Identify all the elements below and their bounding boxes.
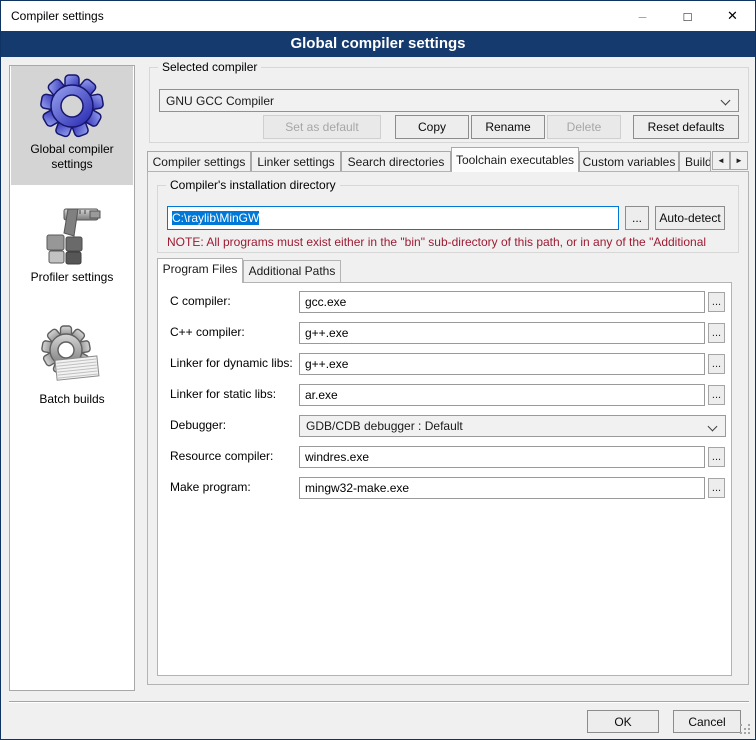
field-row-c-compiler: C compiler: ... xyxy=(158,291,731,313)
sidebar-item-global-compiler-settings[interactable]: Global compiler settings xyxy=(11,66,133,185)
compiler-settings-dialog: Compiler settings – □ ✕ Global compiler … xyxy=(0,0,756,740)
rename-button[interactable]: Rename xyxy=(471,115,545,139)
field-label: Debugger: xyxy=(170,418,226,432)
browse-linker-static-button[interactable]: ... xyxy=(708,385,725,405)
tab-scroll-right-icon[interactable]: ► xyxy=(730,151,748,170)
linker-static-input[interactable] xyxy=(299,384,705,406)
resource-compiler-input[interactable] xyxy=(299,446,705,468)
sidebar-item-label: Profiler settings xyxy=(11,266,133,285)
tab-compiler-settings[interactable]: Compiler settings xyxy=(147,151,251,172)
field-label: Linker for dynamic libs: xyxy=(170,356,293,370)
settings-sidebar: Global compiler settings Profiler s xyxy=(9,65,135,691)
copy-button[interactable]: Copy xyxy=(395,115,469,139)
tab-custom-variables[interactable]: Custom variables xyxy=(579,151,679,172)
browse-make-program-button[interactable]: ... xyxy=(708,478,725,498)
chevron-down-icon xyxy=(708,422,718,432)
make-program-input[interactable] xyxy=(299,477,705,499)
browse-directory-button[interactable]: ... xyxy=(625,206,649,230)
window-title: Compiler settings xyxy=(11,1,104,31)
tab-scroll-left-icon[interactable]: ◄ xyxy=(712,151,730,170)
page-title: Global compiler settings xyxy=(1,31,755,57)
browse-linker-dynamic-button[interactable]: ... xyxy=(708,354,725,374)
sidebar-item-label: Batch builds xyxy=(11,388,133,407)
cpp-compiler-input[interactable] xyxy=(299,322,705,344)
field-row-linker-dynamic: Linker for dynamic libs: ... xyxy=(158,353,731,375)
field-row-linker-static: Linker for static libs: ... xyxy=(158,384,731,406)
c-compiler-input[interactable] xyxy=(299,291,705,313)
set-as-default-button[interactable]: Set as default xyxy=(263,115,381,139)
installation-directory-input[interactable]: C:\raylib\MinGW xyxy=(167,206,619,230)
reset-defaults-button[interactable]: Reset defaults xyxy=(633,115,739,139)
minimize-icon[interactable]: – xyxy=(620,1,665,31)
field-label: C compiler: xyxy=(170,294,231,308)
gray-gear-stack-icon xyxy=(40,324,104,388)
tab-build-options[interactable]: Build options xyxy=(679,151,711,172)
browse-c-compiler-button[interactable]: ... xyxy=(708,292,725,312)
ok-button[interactable]: OK xyxy=(587,710,659,733)
window-controls: – □ ✕ xyxy=(620,1,755,31)
subtab-program-files[interactable]: Program Files xyxy=(157,258,243,283)
browse-cpp-compiler-button[interactable]: ... xyxy=(708,323,725,343)
compiler-select[interactable]: GNU GCC Compiler xyxy=(159,89,739,112)
maximize-icon[interactable]: □ xyxy=(665,1,710,31)
debugger-select-value: GDB/CDB debugger : Default xyxy=(306,419,463,433)
field-label: C++ compiler: xyxy=(170,325,245,339)
titlebar: Compiler settings – □ ✕ xyxy=(1,1,755,31)
tab-search-directories[interactable]: Search directories xyxy=(341,151,451,172)
selected-path-text: C:\raylib\MinGW xyxy=(172,211,259,225)
linker-dynamic-input[interactable] xyxy=(299,353,705,375)
field-row-make-program: Make program: ... xyxy=(158,477,731,499)
field-row-cpp-compiler: C++ compiler: ... xyxy=(158,322,731,344)
sidebar-item-profiler-settings[interactable]: Profiler settings xyxy=(11,202,133,314)
field-label: Resource compiler: xyxy=(170,449,273,463)
resize-grip[interactable] xyxy=(742,726,752,736)
tab-toolchain-executables[interactable]: Toolchain executables xyxy=(451,147,579,172)
subtab-additional-paths[interactable]: Additional Paths xyxy=(243,260,341,282)
chevron-down-icon xyxy=(721,96,731,106)
program-files-page: C compiler: ... C++ compiler: ... Linker… xyxy=(157,282,732,676)
debugger-select[interactable]: GDB/CDB debugger : Default xyxy=(299,415,726,437)
sidebar-item-batch-builds[interactable]: Batch builds xyxy=(11,324,133,436)
auto-detect-button[interactable]: Auto-detect xyxy=(655,206,725,230)
cancel-button[interactable]: Cancel xyxy=(673,710,741,733)
blue-gear-icon xyxy=(40,74,104,138)
caliper-cubes-icon xyxy=(40,202,104,266)
sidebar-item-label: Global compiler settings xyxy=(11,138,133,172)
field-label: Make program: xyxy=(170,480,251,494)
field-label: Linker for static libs: xyxy=(170,387,276,401)
note-text: NOTE: All programs must exist either in … xyxy=(167,235,733,249)
browse-resource-compiler-button[interactable]: ... xyxy=(708,447,725,467)
tab-linker-settings[interactable]: Linker settings xyxy=(251,151,341,172)
compiler-select-value: GNU GCC Compiler xyxy=(166,94,274,108)
group-label: Compiler's installation directory xyxy=(166,178,340,192)
footer-divider xyxy=(9,701,749,703)
field-row-resource-compiler: Resource compiler: ... xyxy=(158,446,731,468)
close-icon[interactable]: ✕ xyxy=(710,1,755,31)
field-row-debugger: Debugger: GDB/CDB debugger : Default xyxy=(158,415,731,437)
group-label: Selected compiler xyxy=(158,60,261,74)
delete-button[interactable]: Delete xyxy=(547,115,621,139)
